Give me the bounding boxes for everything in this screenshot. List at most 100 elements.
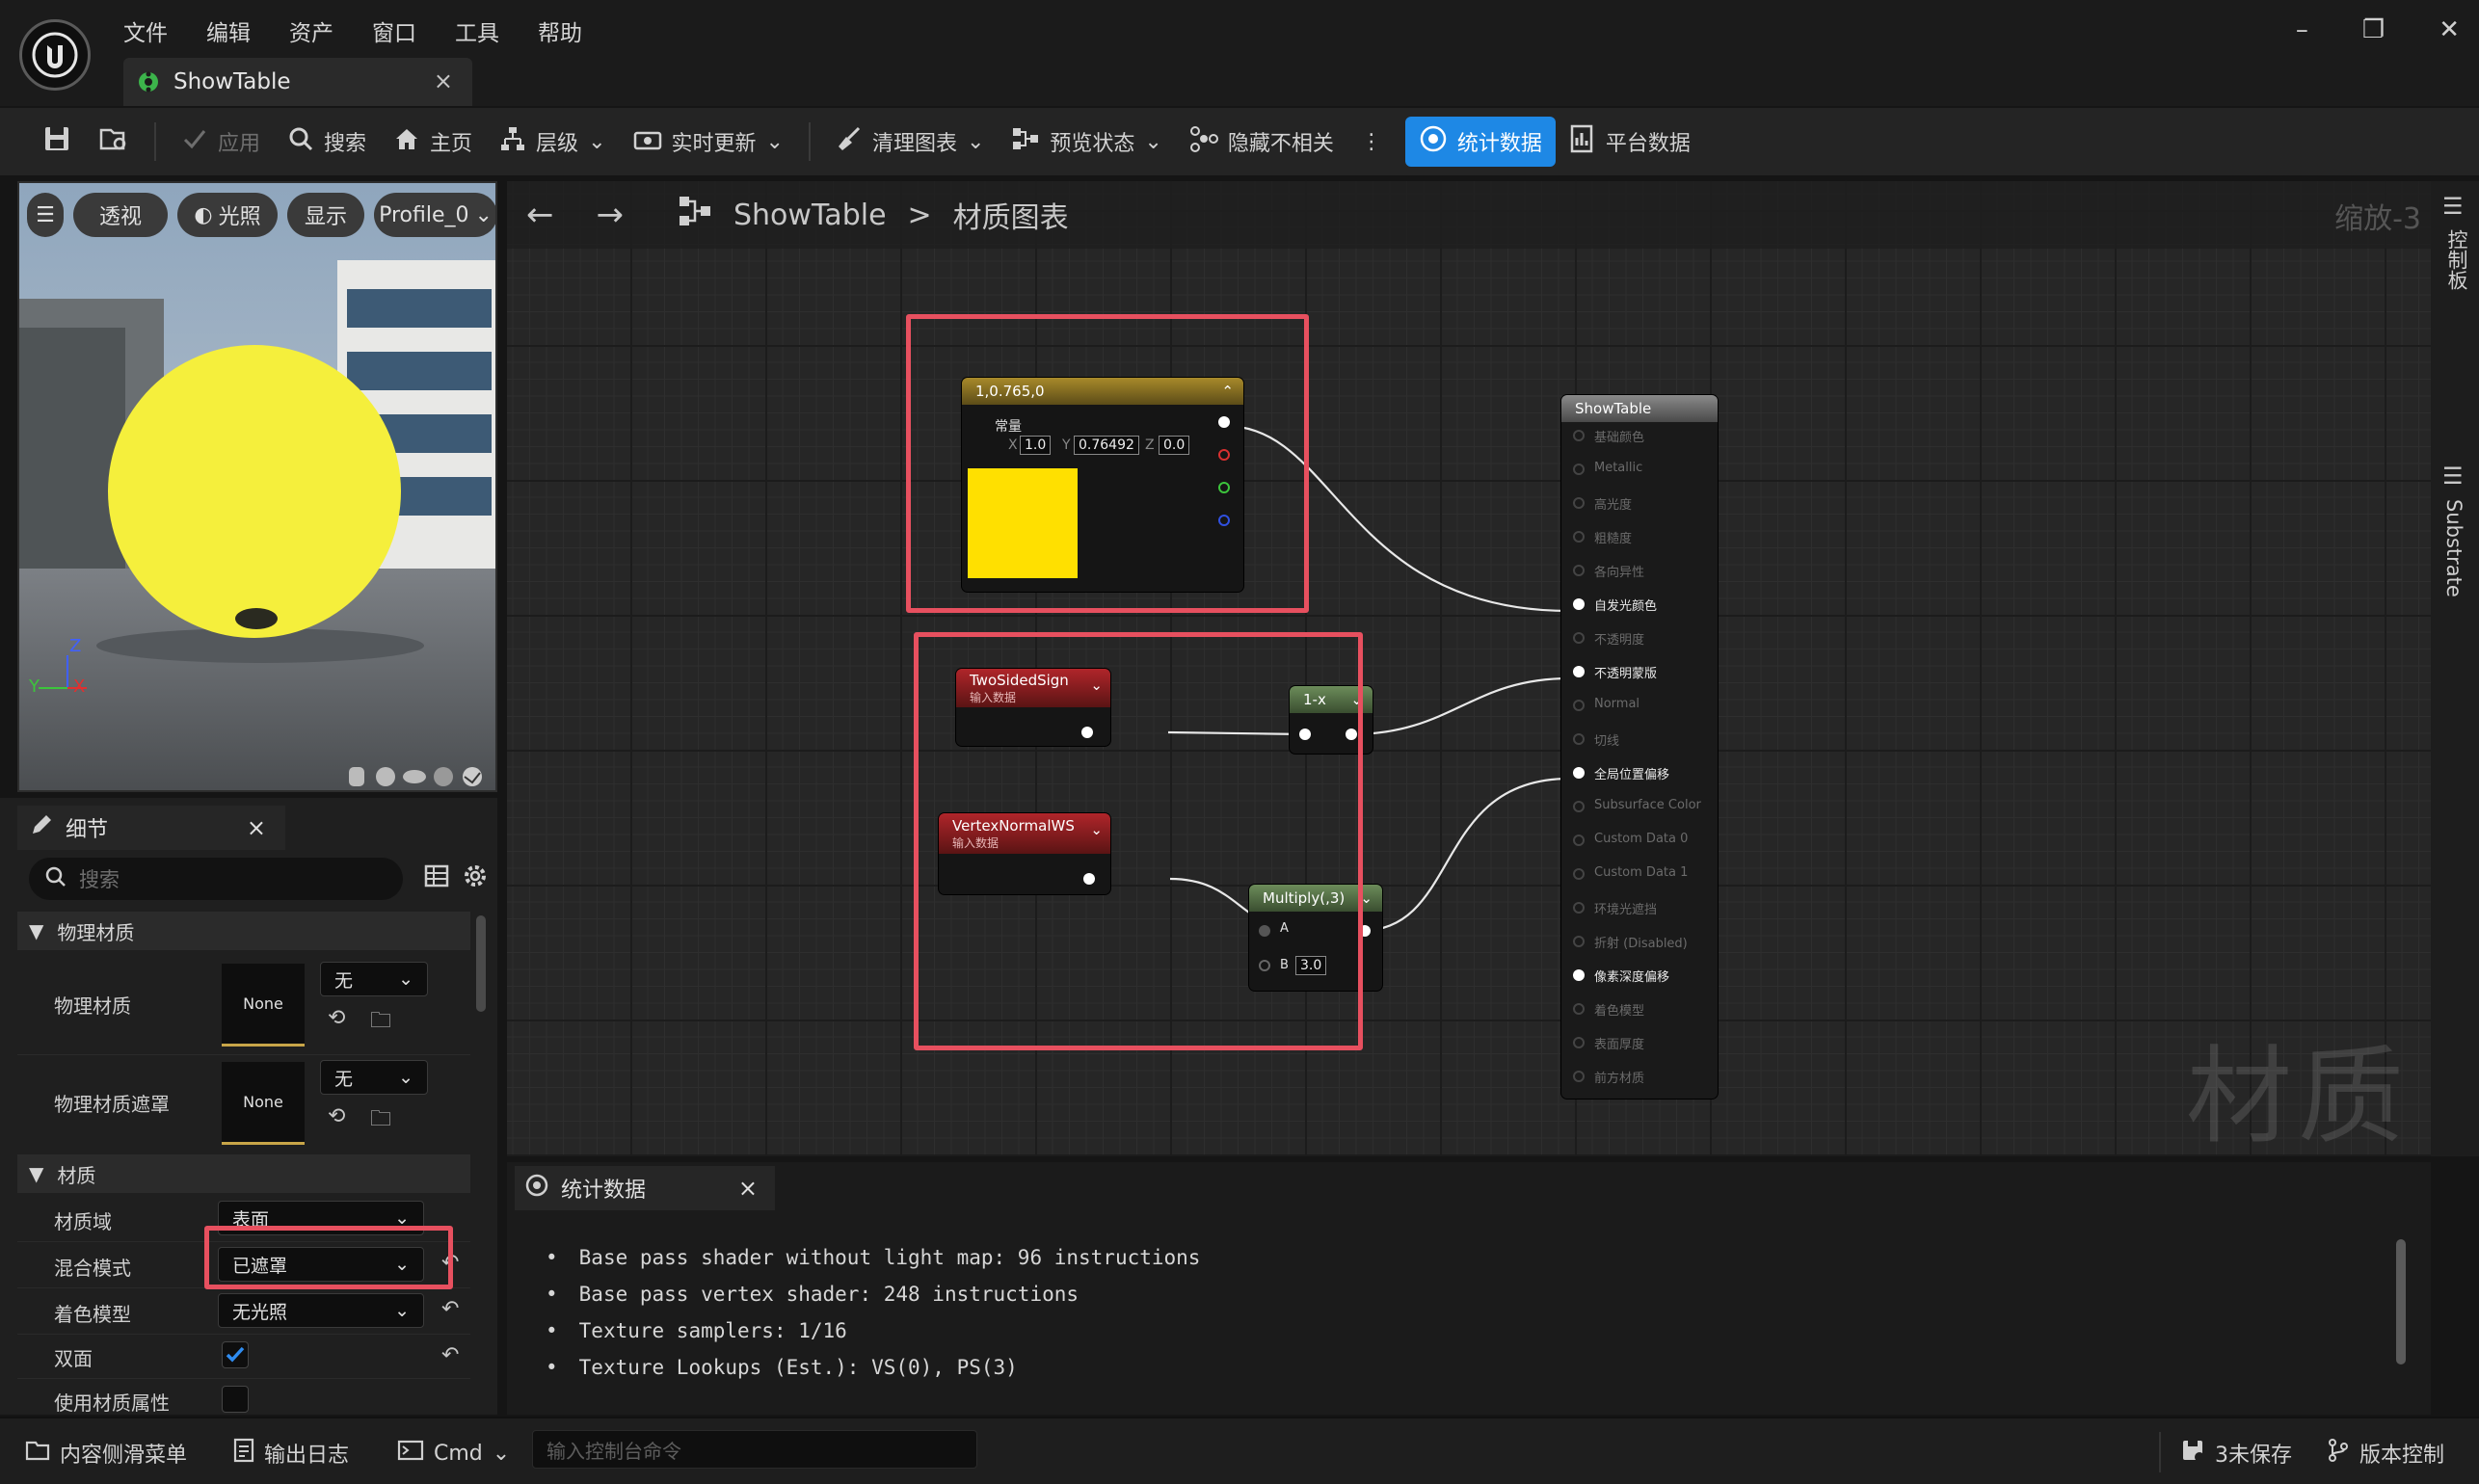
close-stats-icon[interactable]: ×: [738, 1175, 758, 1202]
result-input-pin[interactable]: [1573, 733, 1585, 745]
details-tab[interactable]: 细节 ×: [17, 806, 285, 850]
phys-mask-dropdown[interactable]: 无 ⌄: [320, 1060, 428, 1095]
phys-mask-thumbnail[interactable]: None: [222, 1062, 305, 1145]
more-options-button[interactable]: ⋮: [1347, 117, 1396, 167]
clean-graph-button[interactable]: 清理图表 ⌄: [822, 117, 998, 167]
result-input-pin[interactable]: [1573, 430, 1585, 441]
document-tab[interactable]: ShowTable ×: [123, 58, 472, 106]
reset-default-icon[interactable]: ↶: [441, 1343, 459, 1367]
viewport-menu-button[interactable]: ☰: [27, 193, 64, 237]
platform-stats-button[interactable]: 平台数据: [1556, 117, 1704, 167]
result-input-pin[interactable]: [1573, 936, 1585, 947]
settings-gear-icon[interactable]: [463, 863, 488, 892]
table-view-icon[interactable]: [424, 863, 449, 892]
close-window-icon[interactable]: ✕: [2439, 15, 2460, 44]
result-input-pin[interactable]: [1573, 700, 1585, 711]
substrate-tab[interactable]: Substrate: [2442, 499, 2466, 597]
console-command-input[interactable]: 输入控制台命令: [532, 1430, 977, 1469]
lighting-button[interactable]: ◐ 光照: [177, 193, 278, 237]
cube-shape-icon[interactable]: [430, 765, 457, 790]
browse-asset-icon[interactable]: 🗀: [370, 1004, 391, 1041]
unreal-logo-icon[interactable]: [19, 19, 91, 91]
source-control-button[interactable]: 版本控制: [2327, 1432, 2444, 1474]
preview-state-button[interactable]: 预览状态 ⌄: [998, 117, 1175, 167]
plane-shape-icon[interactable]: [401, 765, 428, 790]
section-label: 物理材质: [57, 920, 135, 944]
menu-edit[interactable]: 编辑: [206, 14, 251, 47]
stats-scrollbar[interactable]: [2396, 1239, 2406, 1365]
restore-icon[interactable]: ❐: [2362, 15, 2385, 44]
stats-tab[interactable]: 统计数据 ×: [515, 1166, 775, 1210]
material-graph[interactable]: ← → ShowTable > 材质图表 缩放-3 材质 1,0.765,0 ⌃ …: [507, 181, 2431, 1156]
chevron-down-icon: ⌄: [492, 1441, 511, 1466]
profile-dropdown[interactable]: Profile_0 ⌄: [374, 193, 495, 237]
result-input-pin[interactable]: [1573, 835, 1585, 846]
preview-viewport[interactable]: Z Y X ☰ 透视 ◐ 光照 显示 Profile_0 ⌄: [17, 181, 497, 792]
result-input-pin[interactable]: [1573, 632, 1585, 644]
substrate-list-icon[interactable]: ☰: [2442, 463, 2464, 490]
home-button[interactable]: 主页: [380, 117, 486, 167]
browse-asset-icon[interactable]: 🗀: [370, 1102, 391, 1139]
material-section[interactable]: ▼ 材质: [17, 1154, 470, 1193]
teapot-shape-icon[interactable]: [459, 765, 486, 790]
menu-window[interactable]: 窗口: [372, 14, 416, 47]
stats-panel: 统计数据 × Base pass shader without light ma…: [507, 1162, 2431, 1415]
live-update-button[interactable]: 实时更新 ⌄: [620, 117, 797, 167]
close-details-icon[interactable]: ×: [247, 814, 266, 841]
output-log-button[interactable]: 输出日志: [233, 1432, 349, 1474]
hide-unrelated-icon: [1189, 125, 1218, 158]
result-input-pin[interactable]: [1573, 868, 1585, 880]
use-selected-icon[interactable]: ⟲: [328, 1104, 345, 1128]
result-input-pin[interactable]: [1573, 531, 1585, 543]
result-input-pin[interactable]: [1573, 767, 1585, 779]
save-button[interactable]: [29, 117, 85, 167]
result-input-pin[interactable]: [1573, 497, 1585, 509]
content-drawer-button[interactable]: 内容侧滑菜单: [25, 1432, 187, 1474]
pencil-icon: [29, 812, 54, 843]
browse-button[interactable]: [85, 117, 143, 167]
palette-list-icon[interactable]: ☰: [2442, 193, 2464, 220]
use-material-attributes-checkbox[interactable]: [222, 1386, 249, 1413]
palette-tab[interactable]: 控制板: [2442, 229, 2471, 290]
hide-unrelated-button[interactable]: 隐藏不相关: [1176, 117, 1347, 167]
result-input-pin[interactable]: [1573, 565, 1585, 576]
result-input-pin[interactable]: [1573, 464, 1585, 475]
result-input-pin[interactable]: [1573, 1037, 1585, 1048]
search-button[interactable]: 搜索: [274, 117, 380, 167]
result-input-pin[interactable]: [1573, 598, 1585, 610]
result-input-pin[interactable]: [1573, 666, 1585, 677]
perspective-button[interactable]: 透视: [73, 193, 168, 237]
details-search-input[interactable]: 搜索: [29, 858, 403, 900]
reset-default-icon[interactable]: ↶: [441, 1297, 459, 1321]
phys-mat-thumbnail[interactable]: None: [222, 964, 305, 1047]
material-result-node[interactable]: ShowTable 基础颜色 Metallic 高光度 粗糙度 各向异性 自发光颜色 不透明…: [1561, 395, 1718, 1099]
result-input-pin[interactable]: [1573, 1071, 1585, 1082]
axis-x-label: X: [73, 676, 86, 697]
show-button[interactable]: 显示: [287, 193, 364, 237]
stats-button[interactable]: 统计数据: [1404, 117, 1556, 167]
use-selected-icon[interactable]: ⟲: [328, 1006, 345, 1030]
result-input-pin[interactable]: [1573, 1003, 1585, 1015]
menu-asset[interactable]: 资产: [289, 14, 333, 47]
node-header: ShowTable: [1561, 395, 1718, 422]
sphere-shape-icon[interactable]: [372, 765, 399, 790]
minimize-icon[interactable]: –: [2296, 15, 2308, 44]
close-tab-icon[interactable]: ×: [434, 67, 453, 94]
unsaved-button[interactable]: 3未保存: [2180, 1432, 2292, 1474]
menu-help[interactable]: 帮助: [538, 14, 582, 47]
cmd-dropdown[interactable]: Cmd ⌄: [397, 1432, 510, 1474]
details-scrollbar[interactable]: [476, 915, 486, 1012]
result-input-pin[interactable]: [1573, 969, 1585, 981]
result-pin-label: 折射 (Disabled): [1594, 937, 1688, 951]
result-input-pin[interactable]: [1573, 801, 1585, 812]
shading-model-dropdown[interactable]: 无光照 ⌄: [218, 1293, 424, 1328]
hierarchy-button[interactable]: 层级 ⌄: [486, 117, 619, 167]
menu-file[interactable]: 文件: [123, 14, 168, 47]
two-sided-checkbox[interactable]: [222, 1341, 249, 1368]
result-input-pin[interactable]: [1573, 902, 1585, 914]
menu-tools[interactable]: 工具: [455, 14, 499, 47]
apply-button[interactable]: 应用: [168, 117, 274, 167]
physical-material-section[interactable]: ▼ 物理材质: [17, 912, 470, 950]
phys-mat-dropdown[interactable]: 无 ⌄: [320, 962, 428, 996]
cylinder-shape-icon[interactable]: [343, 765, 370, 790]
